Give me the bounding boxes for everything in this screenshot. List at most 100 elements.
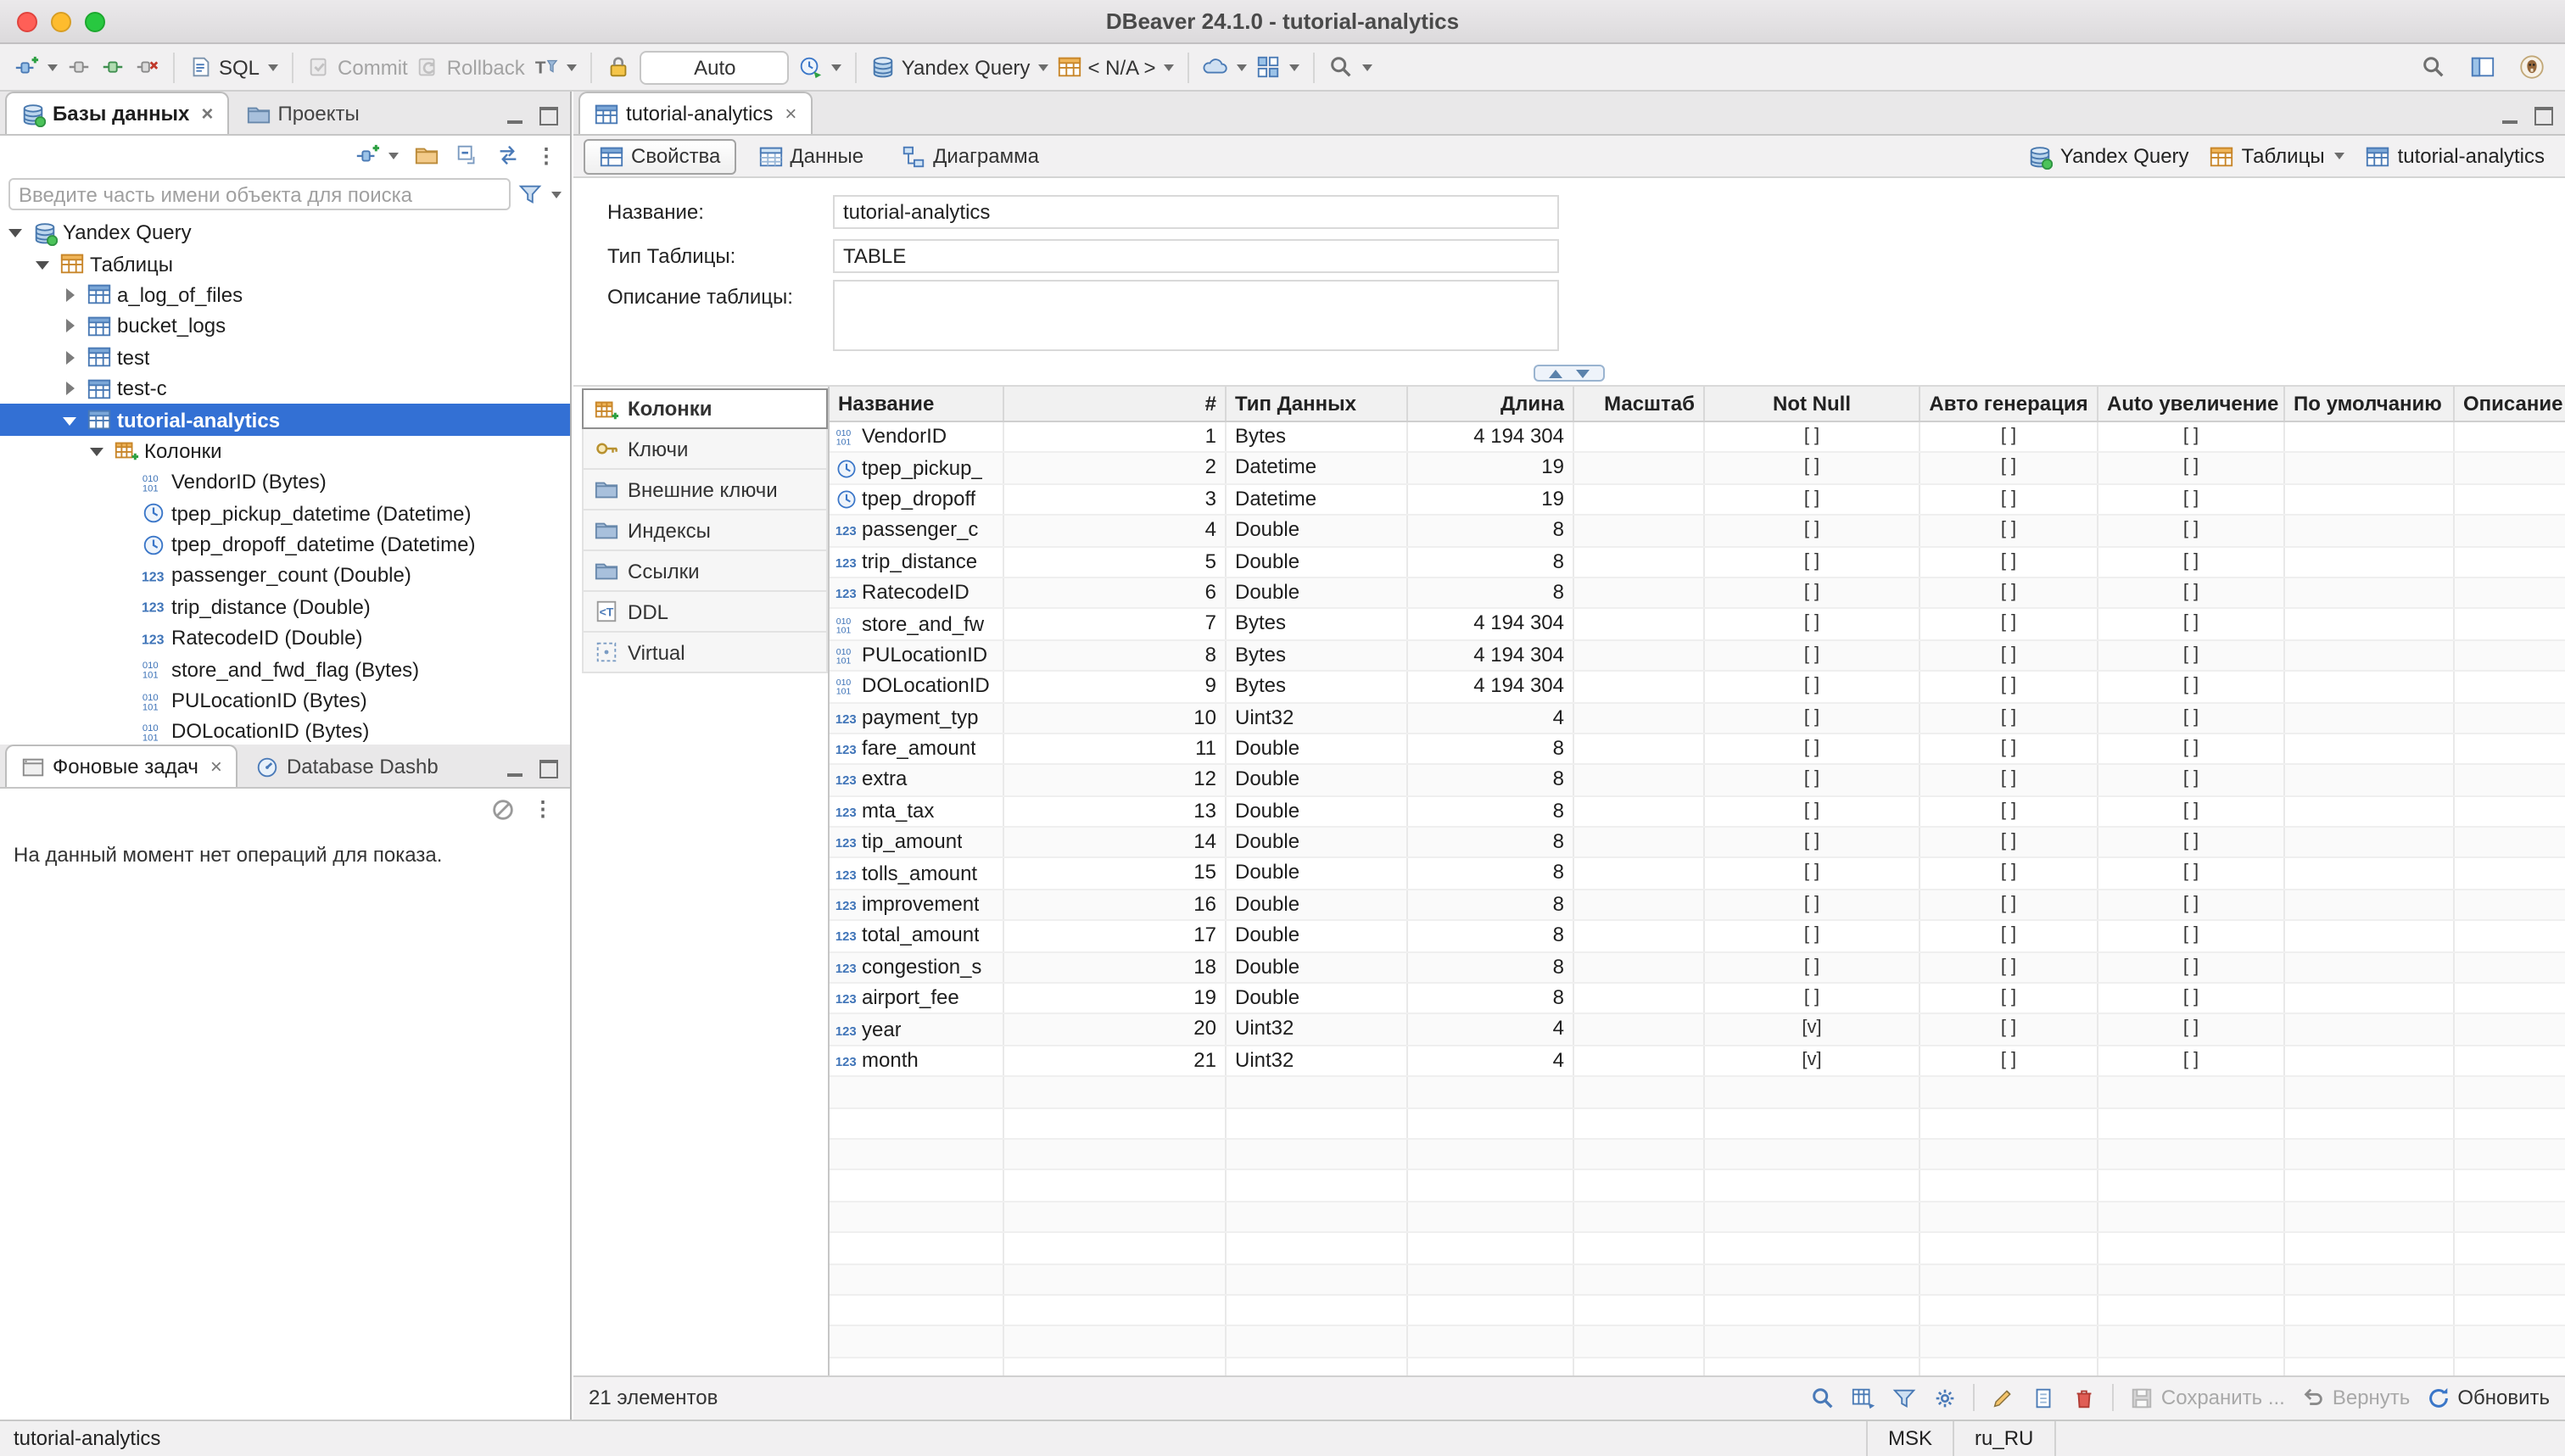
cell-length[interactable]: 4 194 304 bbox=[1408, 422, 1574, 452]
expand-chevron-icon[interactable] bbox=[61, 285, 81, 305]
cell-num[interactable]: 19 bbox=[1004, 984, 1227, 1013]
cell-default[interactable] bbox=[2285, 734, 2455, 764]
toggle-panels-button[interactable] bbox=[2470, 54, 2495, 80]
cell-auto_gen[interactable]: [ ] bbox=[1920, 952, 2098, 982]
tree-item-таблицы[interactable]: Таблицы bbox=[0, 248, 570, 280]
cell-scale[interactable] bbox=[1574, 984, 1705, 1013]
tab-database-dashboard[interactable]: Database Dashb bbox=[239, 745, 454, 787]
cell-num[interactable]: 9 bbox=[1004, 672, 1227, 701]
table-row-tolls-amount[interactable]: 123tolls_amount15Double8[ ][ ][ ] bbox=[830, 859, 2565, 890]
collapse-expand-handle[interactable] bbox=[1534, 365, 1605, 382]
cell-name[interactable]: 123passenger_c bbox=[830, 516, 1004, 545]
column-header-авто-генерация[interactable]: Авто генерация bbox=[1920, 387, 2098, 421]
cell-not_null[interactable]: [ ] bbox=[1705, 796, 1920, 826]
cell-type[interactable]: Datetime bbox=[1227, 454, 1408, 483]
cell-default[interactable] bbox=[2285, 610, 2455, 639]
cell-name[interactable]: 010101PULocationID bbox=[830, 640, 1004, 670]
dbeaver-logo-button[interactable] bbox=[2519, 54, 2545, 80]
cell-name[interactable]: 010101VendorID bbox=[830, 422, 1004, 452]
cell-auto_inc[interactable]: [ ] bbox=[2098, 516, 2285, 545]
cell-default[interactable] bbox=[2285, 922, 2455, 951]
cell-not_null[interactable]: [v] bbox=[1705, 1015, 1920, 1045]
table-row-store-and-fw[interactable]: 010101store_and_fw7Bytes4 194 304[ ][ ][… bbox=[830, 610, 2565, 641]
table-row-vendorid[interactable]: 010101VendorID1Bytes4 194 304[ ][ ][ ] bbox=[830, 422, 2565, 454]
table-row-fare-amount[interactable]: 123fare_amount11Double8[ ][ ][ ] bbox=[830, 734, 2565, 766]
cell-not_null[interactable]: [ ] bbox=[1705, 859, 1920, 889]
cell-auto_gen[interactable]: [ ] bbox=[1920, 890, 2098, 920]
cell-type[interactable]: Double bbox=[1227, 828, 1408, 857]
cell-scale[interactable] bbox=[1574, 828, 1705, 857]
cell-not_null[interactable]: [ ] bbox=[1705, 578, 1920, 608]
grid-settings-button[interactable] bbox=[1932, 1385, 1958, 1410]
cell-auto_gen[interactable]: [ ] bbox=[1920, 1015, 2098, 1045]
collapse-chevron-icon[interactable] bbox=[7, 222, 27, 243]
cloud-button[interactable] bbox=[1204, 54, 1248, 80]
cell-type[interactable]: Uint32 bbox=[1227, 703, 1408, 733]
cell-num[interactable]: 6 bbox=[1004, 578, 1227, 608]
cell-auto_inc[interactable]: [ ] bbox=[2098, 703, 2285, 733]
cell-num[interactable]: 17 bbox=[1004, 922, 1227, 951]
nav-collapse-all-button[interactable] bbox=[455, 142, 480, 168]
grid-search-button[interactable] bbox=[1810, 1385, 1836, 1410]
cell-description[interactable] bbox=[2455, 734, 2565, 764]
collapse-chevron-icon[interactable] bbox=[88, 441, 109, 461]
cell-auto_gen[interactable]: [ ] bbox=[1920, 547, 2098, 577]
cell-auto_inc[interactable]: [ ] bbox=[2098, 610, 2285, 639]
tree-item-bucket-logs[interactable]: bucket_logs bbox=[0, 310, 570, 342]
cell-num[interactable]: 21 bbox=[1004, 1046, 1227, 1076]
column-header-not-null[interactable]: Not Null bbox=[1705, 387, 1920, 421]
cell-name[interactable]: 123tolls_amount bbox=[830, 859, 1004, 889]
tree-item-store-and-fwd-flag-bytes[interactable]: 010101store_and_fwd_flag (Bytes) bbox=[0, 654, 570, 685]
nav-link-editor-button[interactable] bbox=[495, 142, 521, 168]
cell-auto_inc[interactable]: [ ] bbox=[2098, 485, 2285, 515]
cell-type[interactable]: Bytes bbox=[1227, 422, 1408, 452]
cell-auto_gen[interactable]: [ ] bbox=[1920, 734, 2098, 764]
cell-description[interactable] bbox=[2455, 766, 2565, 795]
cell-type[interactable]: Double bbox=[1227, 952, 1408, 982]
cell-name[interactable]: 123payment_typ bbox=[830, 703, 1004, 733]
cell-description[interactable] bbox=[2455, 422, 2565, 452]
column-header-длина[interactable]: Длина bbox=[1408, 387, 1574, 421]
zoom-window-button[interactable] bbox=[85, 12, 105, 32]
tree-item-ratecodeid-double[interactable]: 123RatecodeID (Double) bbox=[0, 622, 570, 654]
cell-length[interactable]: 8 bbox=[1408, 766, 1574, 795]
table-row-passenger-c[interactable]: 123passenger_c4Double8[ ][ ][ ] bbox=[830, 516, 2565, 547]
table-row-year[interactable]: 123year20Uint324[v][ ][ ] bbox=[830, 1015, 2565, 1046]
subtab-data[interactable]: Данные bbox=[742, 138, 879, 174]
table-row-payment-typ[interactable]: 123payment_typ10Uint324[ ][ ][ ] bbox=[830, 703, 2565, 734]
cell-default[interactable] bbox=[2285, 1046, 2455, 1076]
cell-type[interactable]: Bytes bbox=[1227, 610, 1408, 639]
cell-length[interactable]: 8 bbox=[1408, 922, 1574, 951]
cell-scale[interactable] bbox=[1574, 766, 1705, 795]
tree-item-tpep-dropoff-datetime-datetime[interactable]: tpep_dropoff_datetime (Datetime) bbox=[0, 529, 570, 561]
cell-name[interactable]: 123month bbox=[830, 1046, 1004, 1076]
cell-default[interactable] bbox=[2285, 796, 2455, 826]
tasks-more-menu[interactable]: ⋮ bbox=[533, 799, 553, 819]
cell-default[interactable] bbox=[2285, 640, 2455, 670]
cell-scale[interactable] bbox=[1574, 890, 1705, 920]
nav-item-внешние-ключи[interactable]: Внешние ключи bbox=[582, 470, 828, 510]
cell-auto_gen[interactable]: [ ] bbox=[1920, 859, 2098, 889]
cell-type[interactable]: Double bbox=[1227, 578, 1408, 608]
cell-scale[interactable] bbox=[1574, 516, 1705, 545]
tab-background-tasks[interactable]: Фоновые задач × bbox=[5, 745, 238, 787]
cell-auto_gen[interactable]: [ ] bbox=[1920, 610, 2098, 639]
tree-item-vendorid-bytes[interactable]: 010101VendorID (Bytes) bbox=[0, 466, 570, 498]
cell-name[interactable]: 010101store_and_fw bbox=[830, 610, 1004, 639]
copy-column-button[interactable] bbox=[2031, 1385, 2056, 1410]
minimize-editor-icon[interactable] bbox=[2501, 107, 2521, 124]
tree-item-passenger-count-double[interactable]: 123passenger_count (Double) bbox=[0, 561, 570, 592]
cell-type[interactable]: Double bbox=[1227, 984, 1408, 1013]
cell-length[interactable]: 8 bbox=[1408, 859, 1574, 889]
cell-auto_inc[interactable]: [ ] bbox=[2098, 1015, 2285, 1045]
cell-auto_gen[interactable]: [ ] bbox=[1920, 672, 2098, 701]
cell-scale[interactable] bbox=[1574, 672, 1705, 701]
cell-length[interactable]: 8 bbox=[1408, 890, 1574, 920]
cell-type[interactable]: Double bbox=[1227, 859, 1408, 889]
cell-auto_gen[interactable]: [ ] bbox=[1920, 485, 2098, 515]
cell-type[interactable]: Bytes bbox=[1227, 672, 1408, 701]
cell-auto_inc[interactable]: [ ] bbox=[2098, 578, 2285, 608]
cell-name[interactable]: 123congestion_s bbox=[830, 952, 1004, 982]
collapse-chevron-icon[interactable] bbox=[34, 254, 54, 274]
cell-type[interactable]: Double bbox=[1227, 516, 1408, 545]
